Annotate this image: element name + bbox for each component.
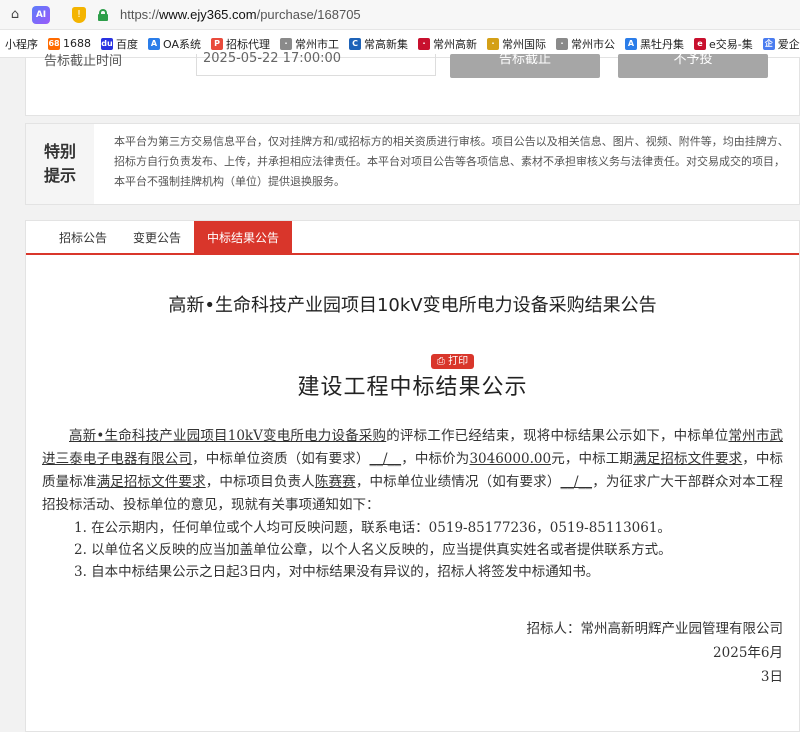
notice-title-line1: 特别 <box>43 142 76 161</box>
notice-title: 特别 提示 <box>26 124 94 204</box>
bookmark-label: 常州国际 <box>502 37 546 51</box>
signature-block: 招标人：常州高新明辉产业园管理有限公司 2025年6月 3日 <box>26 617 799 689</box>
bookmark-item[interactable]: · 常州国际 <box>482 36 551 52</box>
tab-result-announcement[interactable]: 中标结果公告 <box>194 221 293 253</box>
bookmark-label: 百度 <box>116 37 138 51</box>
bookmark-favicon-icon: A <box>625 37 637 50</box>
project-manager: 陈赛赛 <box>314 474 356 490</box>
bookmark-item[interactable]: P 招标代理 <box>206 36 275 52</box>
print-row: ⎙ 打印 <box>26 349 799 369</box>
url-prefix: https:// <box>120 7 160 22</box>
bookmark-favicon-icon: · <box>487 37 499 50</box>
list-item: 1. 在公示期内，任何单位或个人均可反映问题，联系电话：0519-8517723… <box>74 520 671 536</box>
notice-items: 1. 在公示期内，任何单位或个人均可反映问题，联系电话：0519-8517723… <box>42 517 783 583</box>
bookmark-label: 招标代理 <box>226 37 270 51</box>
printer-icon: ⎙ <box>436 356 445 367</box>
announcement-tabs: 招标公告 变更公告 中标结果公告 <box>26 221 799 255</box>
issuer: 招标人：常州高新明辉产业园管理有限公司 <box>526 621 784 637</box>
bookmark-item[interactable]: 1688 1688 <box>43 37 96 50</box>
bookmark-favicon-icon: 1688 <box>42 37 66 50</box>
notice-title-line2: 提示 <box>43 166 76 185</box>
issue-date-month: 2025年6月 <box>713 645 783 661</box>
paragraph-part-1: 的评标工作已经结束，现将中标结果公示如下，中标单位 <box>386 428 729 444</box>
bookmark-item[interactable]: du 百度 <box>96 36 143 52</box>
bookmark-label: 黑牡丹集 <box>640 37 684 51</box>
winning-price: 3046000.00 <box>469 451 552 467</box>
bookmark-label: 爱企查首 <box>777 37 800 51</box>
bookmark-item[interactable]: · 常州高新 <box>413 36 482 52</box>
construction-period: 满足招标文件要求 <box>633 451 743 467</box>
bookmark-label: 常州高新 <box>433 37 477 51</box>
print-label: 打印 <box>448 356 469 367</box>
bookmark-favicon-icon: A <box>148 37 160 50</box>
bookmark-label: 小程序 <box>5 37 38 51</box>
notice-text: 本平台为第三方交易信息平台，仅对挂牌方和/或招标方的相关资质进行审核。项目公告以… <box>114 135 789 188</box>
bookmark-favicon-icon: P <box>211 37 223 50</box>
print-button[interactable]: ⎙ 打印 <box>430 354 475 369</box>
bookmark-label: 1688 <box>63 37 91 50</box>
bookmark-item[interactable]: C 常高新集 <box>344 36 413 52</box>
tab-change-announcement[interactable]: 变更公告 <box>120 221 194 253</box>
deadline-label: 告标截止时间 <box>44 54 123 69</box>
announcement-paragraph: 高新•生命科技产业园项目10kV变电所电力设备采购的评标工作已经结束，现将中标结… <box>42 425 783 517</box>
performance-value: __/__ <box>560 474 593 490</box>
qualification-value: __/__ <box>369 451 402 467</box>
bookmark-item[interactable]: · 常州市工 <box>275 36 344 52</box>
bookmark-item[interactable]: A 黑牡丹集 <box>620 36 689 52</box>
bookmark-favicon-icon: du <box>101 37 113 50</box>
deadline-value: 2025-05-22 17:00:00 <box>196 52 436 76</box>
page-content: 告标截止时间 2025-05-22 17:00:00 告标截止 不予投 特别提示… <box>0 52 800 732</box>
issue-date-day: 3日 <box>760 669 783 685</box>
paragraph-part-6: ，中标项目负责人 <box>205 474 315 490</box>
home-icon[interactable]: ⌂ <box>6 6 24 24</box>
list-item: 3. 自本中标结果公示之日起3日内，对中标结果没有异议的，招标人将签发中标通知书… <box>74 564 600 580</box>
paragraph-part-3: ，中标价为 <box>401 451 470 467</box>
project-name: 高新•生命科技产业园项目10kV变电所电力设备采购 <box>69 428 387 444</box>
bid-closed-button[interactable]: 告标截止 <box>450 53 600 78</box>
not-bid-button[interactable]: 不予投 <box>618 53 768 78</box>
bookmark-item[interactable]: 小程序 <box>0 36 43 52</box>
special-notice: 特别提示 本平台为第三方交易信息平台，仅对挂牌方和/或招标方的相关资质进行审核。… <box>25 123 800 205</box>
bookmark-favicon-icon: C <box>349 37 361 50</box>
bookmark-item[interactable]: · 常州市公 <box>551 36 620 52</box>
paragraph-part-4: 元，中标工期 <box>551 451 634 467</box>
document-subtitle: 建设工程中标结果公示 <box>297 375 528 400</box>
bookmark-label: e交易-集 <box>709 37 753 51</box>
bookmark-item[interactable]: A OA系统 <box>143 36 206 52</box>
shield-icon[interactable]: ! <box>72 6 86 23</box>
url-host: www.ejy365.com <box>159 7 257 22</box>
url-path: /purchase/168705 <box>256 7 361 22</box>
bookmark-favicon-icon: · <box>280 37 292 50</box>
bookmark-item[interactable]: 企爱企查首 <box>758 36 800 52</box>
bookmark-favicon-icon: · <box>556 37 568 50</box>
announcement-panel: 招标公告 变更公告 中标结果公告 高新•生命科技产业园项目10kV变电所电力设备… <box>25 220 800 732</box>
ai-assistant-icon[interactable]: AI <box>32 5 50 24</box>
bookmark-favicon-icon: · <box>418 37 430 50</box>
page-title: 高新•生命科技产业园项目10kV变电所电力设备采购结果公告 <box>168 295 657 316</box>
bid-info-card: 告标截止时间 2025-05-22 17:00:00 告标截止 不予投 <box>25 52 800 116</box>
browser-toolbar: ⌂ AI ! https://www.ejy365.com/purchase/1… <box>0 0 800 30</box>
bookmark-item[interactable]: e e交易-集 <box>689 36 758 52</box>
bookmark-label: OA系统 <box>163 37 201 51</box>
bookmark-favicon-icon: 企 <box>762 37 775 50</box>
quality-standard: 满足招标文件要求 <box>96 474 206 490</box>
bookmark-label: 常高新集 <box>364 37 408 51</box>
bookmark-label: 常州市公 <box>571 37 615 51</box>
announcement-body: 高新•生命科技产业园项目10kV变电所电力设备采购的评标工作已经结束，现将中标结… <box>26 425 799 583</box>
lock-icon[interactable] <box>98 8 108 21</box>
paragraph-part-7: ，中标单位业绩情况（如有要求） <box>355 474 561 490</box>
bookmark-favicon-icon: e <box>694 37 706 50</box>
bookmark-label: 常州市工 <box>295 37 339 51</box>
address-bar[interactable]: https://www.ejy365.com/purchase/168705 <box>120 7 361 22</box>
tab-bid-announcement[interactable]: 招标公告 <box>46 221 120 253</box>
list-item: 2. 以单位名义反映的应当加盖单位公章，以个人名义反映的，应当提供真实姓名或者提… <box>74 542 672 558</box>
paragraph-part-2: ，中标单位资质（如有要求） <box>192 451 370 467</box>
